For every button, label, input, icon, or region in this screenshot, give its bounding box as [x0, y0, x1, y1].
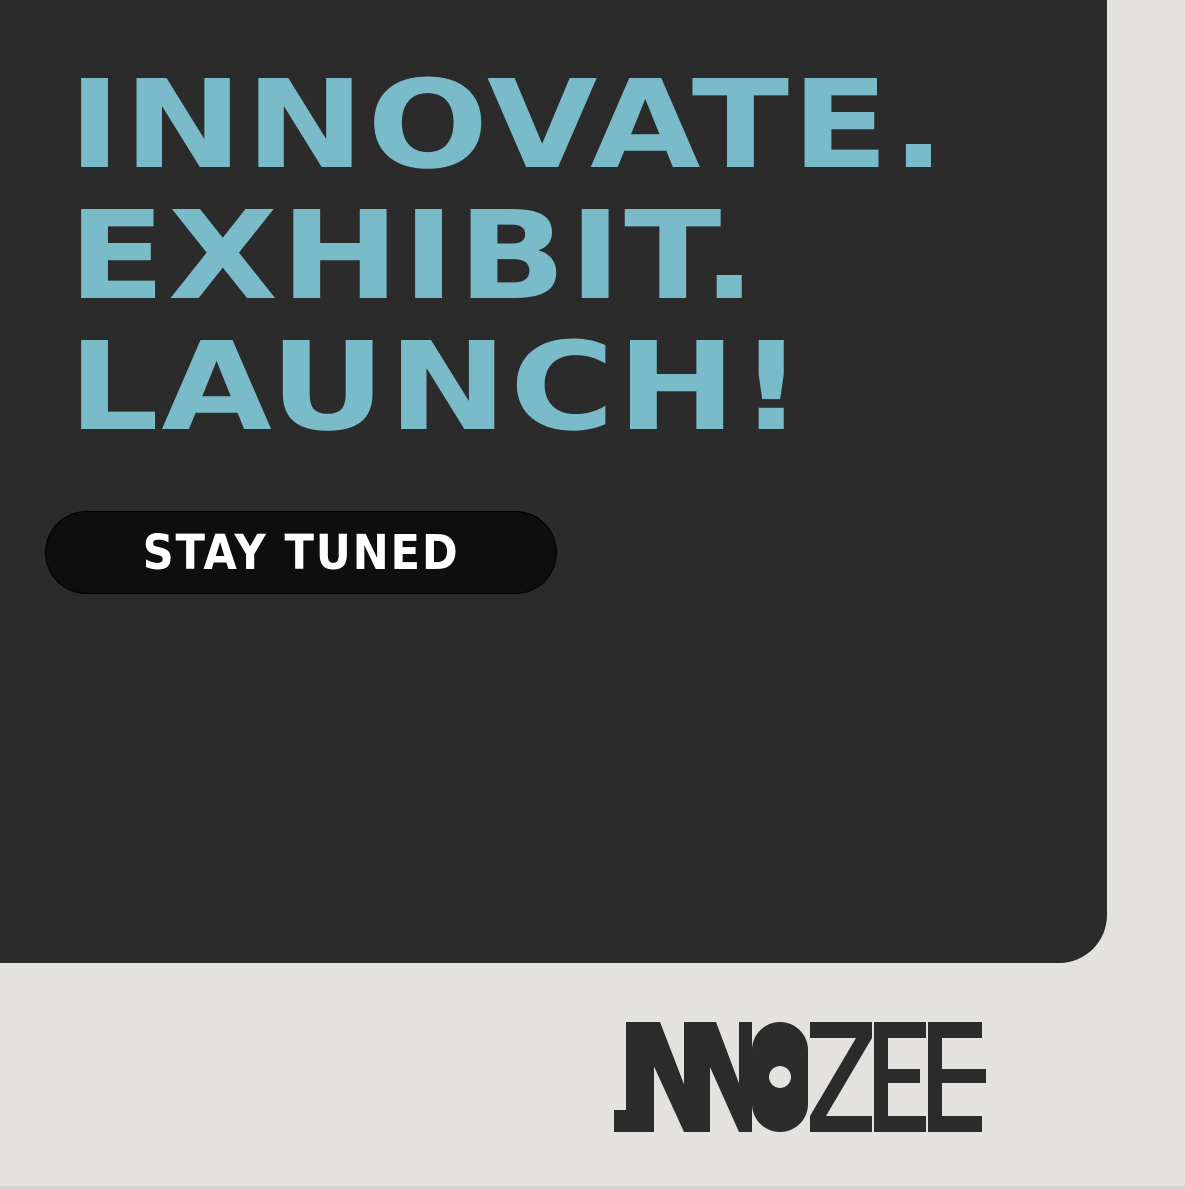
stay-tuned-label: STAY TUNED: [142, 524, 460, 581]
innozee-logo: [614, 1022, 986, 1132]
headline: INNOVATE. EXHIBIT. LAUNCH!: [68, 60, 948, 453]
hero-panel: INNOVATE. EXHIBIT. LAUNCH! STAY TUNED: [0, 0, 1107, 963]
headline-line-2: EXHIBIT.: [68, 185, 759, 327]
headline-line-3: LAUNCH!: [68, 316, 807, 458]
headline-line-1: INNOVATE.: [68, 54, 948, 196]
bottom-edge: [0, 1186, 1185, 1190]
stay-tuned-button[interactable]: STAY TUNED: [45, 511, 557, 594]
